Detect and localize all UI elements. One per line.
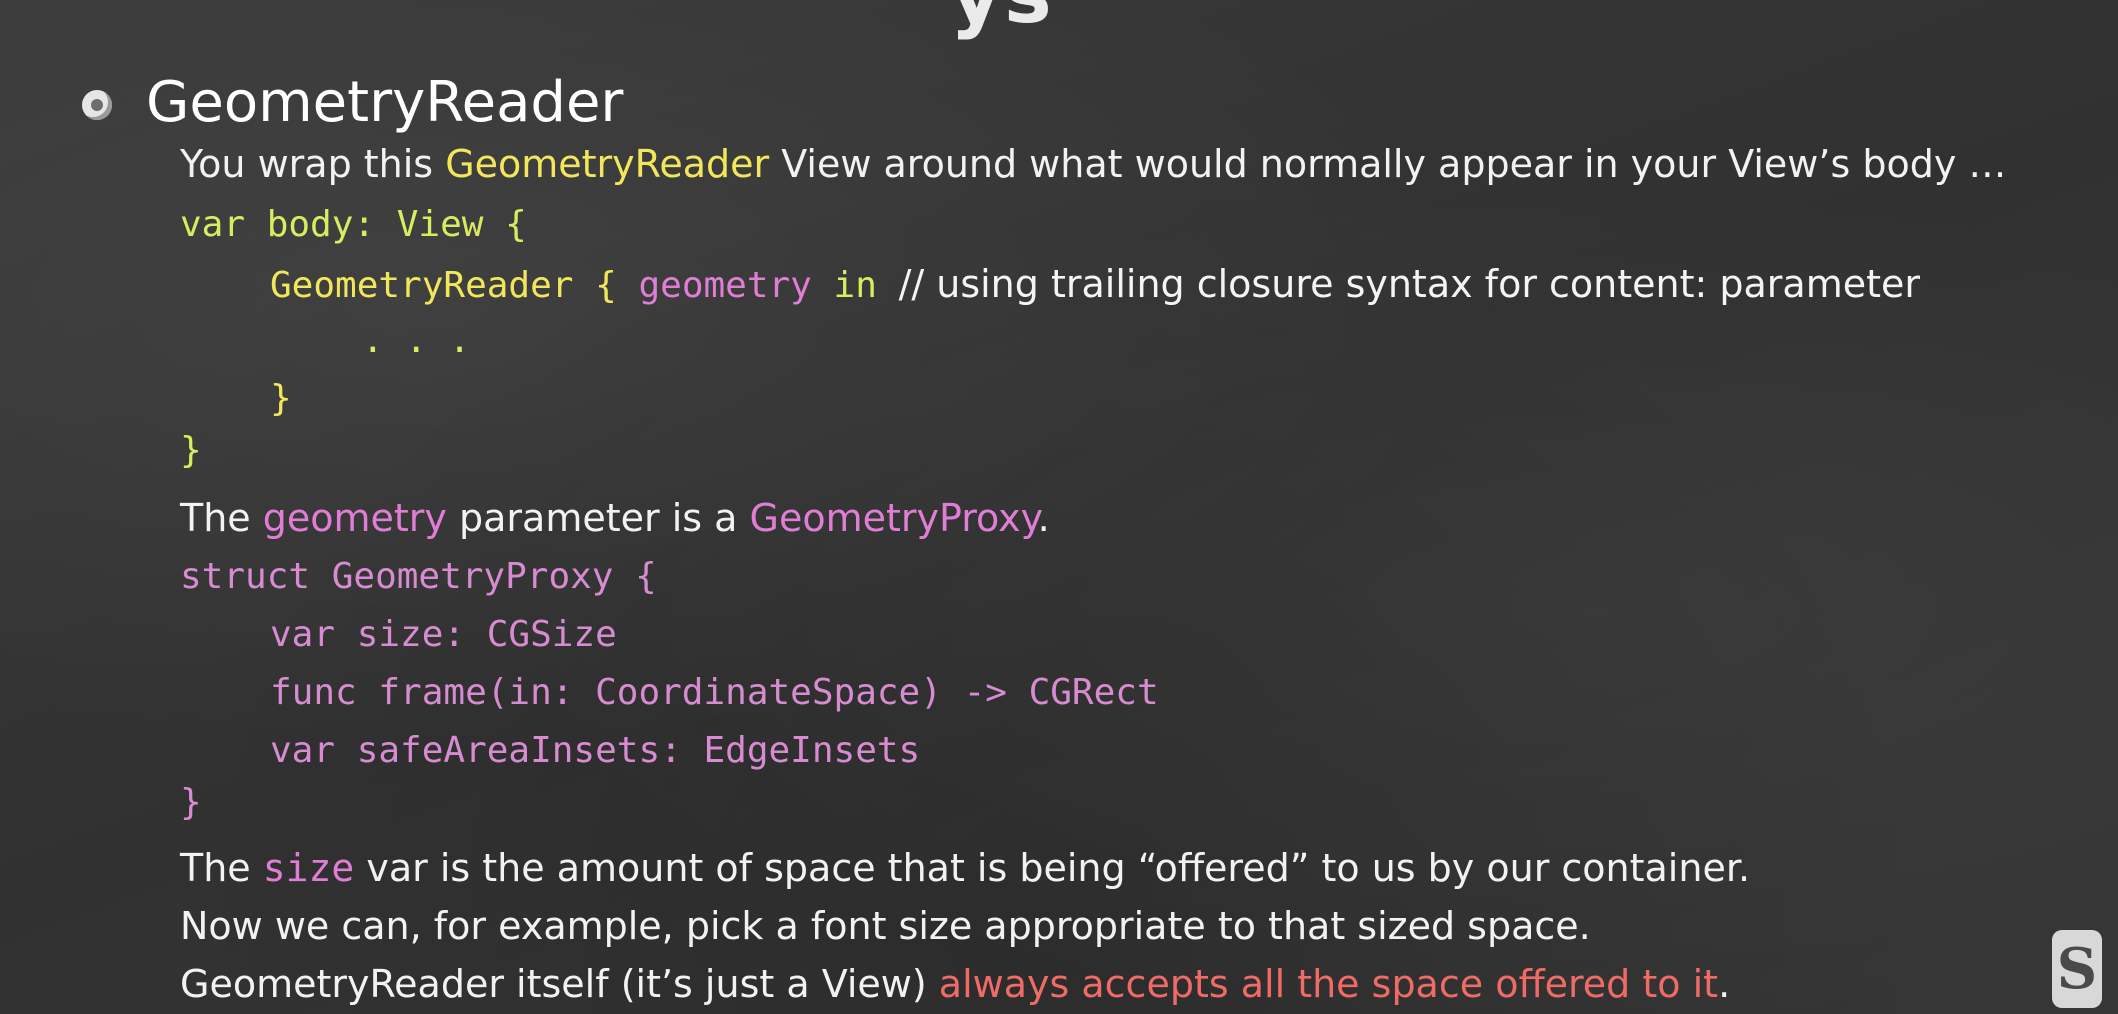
slide-heading: GeometryReader [146, 70, 624, 135]
size-text-2: var is the amount of space that is being… [354, 846, 1751, 890]
intro-text-2: View around what would normally appear i… [769, 142, 2007, 186]
param-keyword-geometry: geometry [262, 496, 447, 540]
intro-keyword: GeometryReader [445, 142, 770, 186]
code-geometryreader: GeometryReader { [270, 265, 639, 306]
accept-highlight: always accepts all the space offered to … [938, 962, 1719, 1006]
param-keyword-proxy: GeometryProxy [749, 496, 1038, 540]
code-comment: // using trailing closure syntax for con… [898, 262, 1920, 306]
code-in-keyword: in [811, 265, 899, 306]
code-body-line-2: GeometryReader { geometry in // using tr… [270, 262, 1920, 306]
size-keyword: size [262, 846, 355, 890]
example-line: Now we can, for example, pick a font siz… [180, 904, 1591, 948]
param-text-1: The [180, 496, 263, 540]
intro-text-1: You wrap this [180, 142, 446, 186]
param-line: The geometry parameter is a GeometryProx… [180, 496, 1050, 540]
code-body-ellipsis: . . . [362, 320, 471, 361]
slide-title-fragment: ys [950, 0, 1054, 41]
slide: ys GeometryReader You wrap this Geometry… [0, 0, 2118, 1014]
accept-text-1: GeometryReader itself (it’s just a View) [180, 962, 939, 1006]
code-proxy-line-5: } [180, 782, 202, 823]
code-proxy-line-1: struct GeometryProxy { [180, 556, 657, 597]
param-text-3: . [1037, 496, 1050, 540]
code-proxy-line-2: var size: CGSize [270, 614, 617, 655]
logo-letter: S [2056, 936, 2098, 1002]
stanford-logo: S [2052, 930, 2102, 1008]
code-body-line-4: } [270, 378, 292, 419]
code-proxy-line-3: func frame(in: CoordinateSpace) -> CGRec… [270, 672, 1159, 713]
intro-line: You wrap this GeometryReader View around… [180, 142, 2006, 186]
size-text-1: The [180, 846, 263, 890]
code-body-line-5: } [180, 430, 202, 471]
accept-text-2: . [1718, 962, 1731, 1006]
accept-line: GeometryReader itself (it’s just a View)… [180, 962, 1730, 1006]
bullet-icon [82, 90, 112, 120]
size-line: The size var is the amount of space that… [180, 846, 1750, 890]
code-body-line-1: var body: View { [180, 204, 527, 245]
code-proxy-line-4: var safeAreaInsets: EdgeInsets [270, 730, 921, 771]
param-text-2: parameter is a [446, 496, 750, 540]
code-geometry-param: geometry [638, 265, 812, 306]
